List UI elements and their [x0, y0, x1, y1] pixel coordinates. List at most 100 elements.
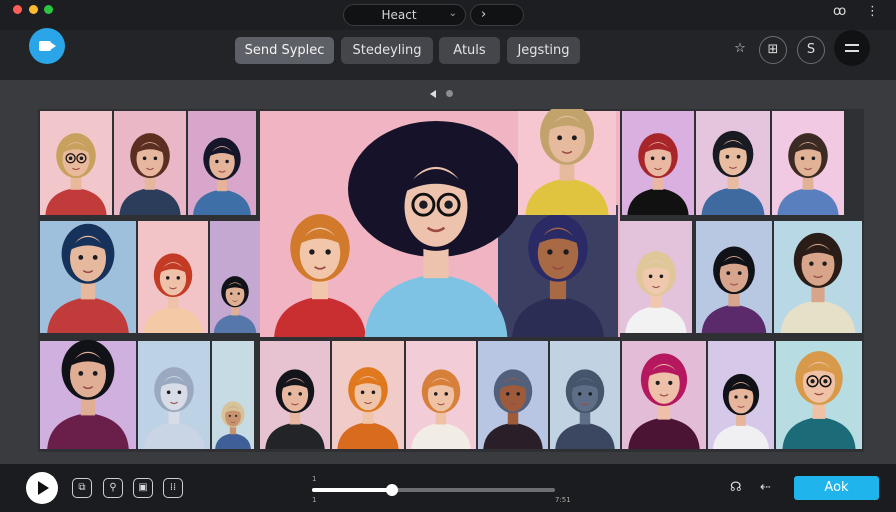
tab-atuls[interactable]: Atuls [439, 37, 500, 64]
avatar-eye [737, 271, 742, 276]
ask-button[interactable]: Aok [794, 476, 879, 500]
avatar-eye [661, 156, 666, 161]
avatar-eye [547, 249, 553, 255]
avatar-tile[interactable] [332, 341, 404, 449]
link-icon[interactable]: ꝏ [833, 4, 846, 19]
star-icon[interactable]: ☆ [726, 36, 754, 64]
avatar-tile[interactable] [40, 221, 136, 333]
avatar-tile[interactable] [708, 341, 774, 449]
avatar-eye [516, 392, 520, 396]
avatar-eye [225, 159, 229, 164]
avatar-tile[interactable] [696, 111, 770, 215]
avatar-eye [78, 371, 84, 376]
avatar-eye [444, 392, 448, 396]
tab-jegsting[interactable]: Jegsting [507, 37, 580, 64]
avatar-grid-canvas [40, 109, 862, 449]
avatar-eye [744, 395, 748, 399]
menu-line [845, 50, 859, 52]
avatar-tile[interactable] [188, 111, 256, 215]
avatar-eye [736, 154, 741, 159]
avatar-eye [434, 392, 438, 396]
back-arrow-icon[interactable]: ⇠ [760, 480, 771, 495]
play-button[interactable] [26, 472, 58, 504]
more-icon[interactable]: ⋮ [866, 4, 879, 19]
avatar-eye [68, 156, 73, 161]
avatar-eye [228, 414, 231, 417]
avatar-tile[interactable] [478, 341, 548, 449]
grid-icon[interactable]: ⁞⁞ [163, 478, 183, 498]
minimize-window-button[interactable] [29, 5, 38, 14]
avatar-tile[interactable] [550, 341, 620, 449]
avatar-tile[interactable] [260, 341, 330, 449]
s-badge-icon[interactable]: S [797, 36, 825, 64]
avatar-eye [822, 261, 827, 266]
avatar-eye [166, 276, 170, 280]
avatar-eye [419, 200, 428, 209]
address-dropdown[interactable]: Heact ⌄ [343, 4, 466, 26]
avatar-eye [809, 261, 814, 266]
avatar-grid [38, 109, 864, 452]
avatar-eye [371, 390, 376, 395]
avatar-eye [800, 156, 805, 161]
avatar-eye [734, 395, 738, 399]
avatar-eye [309, 249, 315, 255]
avatar-tile[interactable] [40, 111, 112, 215]
progress-slider[interactable] [312, 484, 555, 496]
chevron-right-icon: › [481, 7, 487, 22]
avatar-tile[interactable] [114, 111, 186, 215]
forward-button[interactable]: › [470, 4, 524, 26]
progress-fill [312, 488, 393, 492]
headset-icon[interactable]: ☊ [730, 480, 742, 495]
avatar-tile[interactable] [774, 221, 862, 333]
screen-icon[interactable]: ▣ [133, 478, 153, 498]
avatar-tile[interactable] [696, 221, 772, 333]
tab-send-syplec[interactable]: Send Syplec [235, 37, 334, 64]
captions-icon[interactable]: ⧉ [72, 478, 92, 498]
play-icon [38, 481, 49, 495]
avatar-tile[interactable] [620, 221, 692, 333]
avatar-eye [668, 380, 673, 385]
avatar-tile[interactable] [40, 339, 136, 449]
avatar-eye [578, 392, 582, 396]
avatar-eye [177, 390, 182, 395]
tab-stedeyling[interactable]: Stedeyling [341, 37, 433, 64]
feature-avatar-right[interactable] [498, 205, 618, 337]
avatar-tile[interactable] [406, 341, 476, 449]
avatar-tile[interactable] [212, 341, 254, 449]
avatar-eye [215, 159, 219, 164]
avatar-eye [78, 255, 84, 260]
menu-button[interactable] [834, 30, 870, 66]
avatar-eye [563, 249, 569, 255]
user-icon[interactable]: ⚲ [103, 478, 123, 498]
carousel-dot[interactable] [446, 90, 453, 97]
avatar-tile[interactable] [772, 111, 844, 215]
avatar-tile[interactable] [518, 109, 616, 215]
avatar-tile[interactable] [622, 341, 706, 449]
address-text: Heact [381, 8, 417, 22]
avatar-eye [325, 249, 331, 255]
avatar-eye [153, 156, 158, 161]
avatar-eye [726, 271, 731, 276]
avatar-eye [655, 380, 660, 385]
avatar-eye [298, 392, 302, 396]
avatar-tile[interactable] [210, 221, 260, 333]
carousel-prev-arrow[interactable] [430, 90, 436, 98]
avatar-eye [360, 390, 365, 395]
book-icon[interactable]: ⊞ [759, 36, 787, 64]
avatar-eye [237, 292, 240, 295]
time-current-label: 1 [312, 496, 317, 504]
avatar-tile[interactable] [138, 341, 210, 449]
avatar-tile[interactable] [622, 111, 694, 215]
chevron-down-icon: ⌄ [448, 8, 457, 19]
time-end-label: 7:51 [555, 496, 571, 504]
avatar-eye [810, 379, 815, 384]
avatar-eye [725, 154, 730, 159]
avatar-eye [588, 392, 592, 396]
avatar-tile[interactable] [776, 341, 862, 449]
avatar-tile[interactable] [138, 221, 208, 333]
video-camera-button[interactable] [29, 28, 65, 64]
close-window-button[interactable] [13, 5, 22, 14]
avatar-eye [444, 200, 453, 209]
avatar-eye [176, 276, 180, 280]
maximize-window-button[interactable] [44, 5, 53, 14]
